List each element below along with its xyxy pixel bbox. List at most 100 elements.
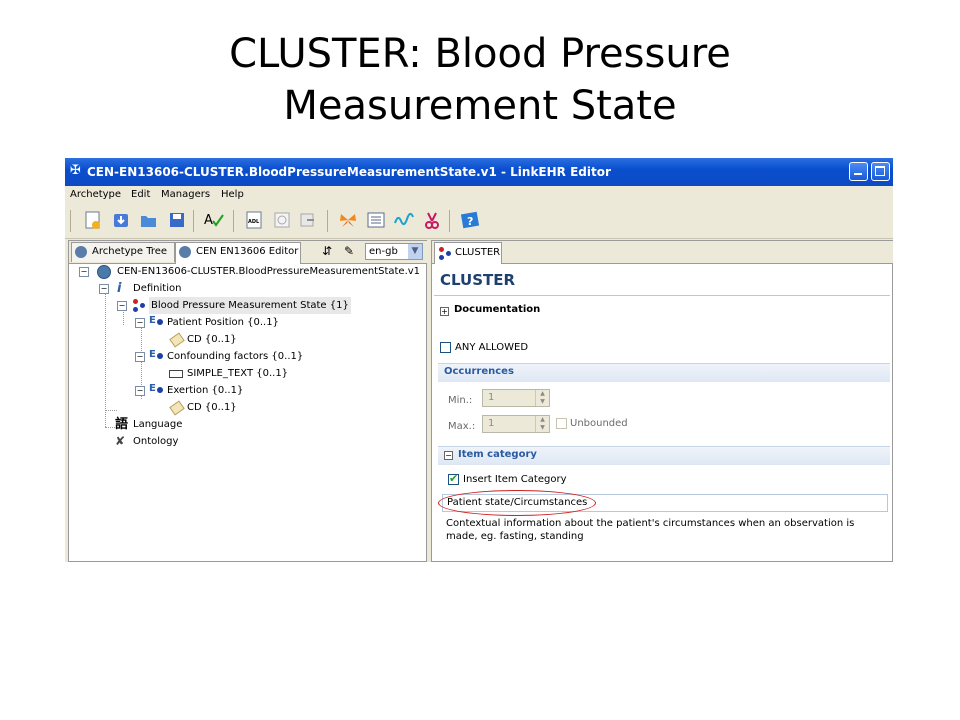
insert-item-category-label: Insert Item Category (463, 474, 567, 485)
slide-title-line-2: Measurement State (283, 83, 677, 129)
tab-cluster-label: CLUSTER (455, 247, 501, 258)
archetype-tree: − CEN-EN13606-CLUSTER.BloodPressureMeasu… (69, 263, 426, 561)
scissors-icon[interactable] (421, 209, 443, 231)
menu-bar: Archetype Edit Managers Help (65, 186, 893, 204)
new-archetype-icon[interactable] (82, 209, 104, 231)
tree-node-ex-cd[interactable]: CD {0..1} (147, 399, 307, 416)
max-spinner[interactable]: 1 ▲ ▼ (482, 415, 550, 433)
any-allowed-checkbox[interactable] (440, 342, 451, 353)
tree-node-label: Blood Pressure Measurement State {1} (149, 297, 351, 314)
form-heading: CLUSTER (440, 271, 516, 289)
toolbar-separator (233, 210, 234, 232)
tree-guide (105, 410, 117, 411)
right-panel: CLUSTER CLUSTER + Documentation ANY ALLO… (431, 240, 893, 562)
chevron-down-icon[interactable]: ▼ (408, 244, 422, 259)
tree-node-label: Exertion {0..1} (167, 385, 244, 396)
tree-node-label: CD {0..1} (187, 334, 237, 345)
save-icon[interactable] (166, 209, 188, 231)
tab-cen-editor-label: CEN EN13606 Editor (196, 246, 299, 257)
tree-node-pp-cd[interactable]: CD {0..1} (147, 331, 307, 348)
spinner-arrows-icon[interactable]: ▲ ▼ (535, 390, 549, 406)
tree-node-root[interactable]: − CEN-EN13606-CLUSTER.BloodPressureMeasu… (75, 263, 420, 280)
adl-icon[interactable]: ADL (243, 209, 265, 231)
unbounded-label: Unbounded (570, 418, 628, 429)
tree-node-ontology[interactable]: ✘ Ontology (93, 433, 253, 450)
tree-node-label: Patient Position {0..1} (167, 317, 279, 328)
app-logo-icon: ✠ (70, 163, 81, 178)
min-label: Min.: (448, 395, 473, 406)
collapse-icon[interactable]: − (135, 352, 145, 362)
expand-icon[interactable]: + (440, 307, 449, 316)
tree-node-definition[interactable]: − i Definition (93, 280, 293, 297)
unbounded-checkbox[interactable] (556, 418, 567, 429)
wave-icon[interactable] (393, 209, 415, 231)
ontology-icon: ✘ (115, 434, 126, 448)
validate-icon[interactable] (271, 209, 293, 231)
tag-icon (169, 400, 185, 416)
open-folder-icon[interactable] (138, 209, 160, 231)
tree-node-patient-position[interactable]: − E Patient Position {0..1} (129, 314, 329, 331)
window-title-bar[interactable]: ✠ CEN-EN13606-CLUSTER.BloodPressureMeasu… (65, 158, 893, 186)
tree-node-label: CD {0..1} (187, 402, 237, 413)
collapse-icon[interactable]: − (135, 386, 145, 396)
tab-cluster[interactable]: CLUSTER (434, 242, 502, 264)
slide-title-line-1: CLUSTER: Blood Pressure (229, 31, 731, 77)
svg-text:?: ? (467, 215, 473, 228)
left-panel: Archetype Tree CEN EN13606 Editor ⇵ ✎ en… (68, 240, 428, 562)
help-icon[interactable]: ? (459, 209, 481, 231)
insert-item-category-checkbox[interactable] (448, 472, 459, 485)
menu-help[interactable]: Help (221, 189, 244, 200)
collapse-icon[interactable]: − (79, 267, 89, 277)
toolbar: A ADL ? (65, 204, 893, 239)
butterfly-icon[interactable] (337, 209, 359, 231)
occurrences-header: Occurrences (444, 366, 514, 377)
min-value: 1 (488, 392, 495, 403)
tab-cen-editor[interactable]: CEN EN13606 Editor (175, 242, 301, 264)
tree-node-exertion[interactable]: − E Exertion {0..1} (129, 382, 329, 399)
export-icon[interactable] (297, 209, 319, 231)
occurrences-group-header: Occurrences (438, 363, 890, 382)
collapse-icon[interactable]: − (444, 451, 453, 460)
spinner-arrows-icon[interactable]: ▲ ▼ (535, 416, 549, 432)
tree-node-language[interactable]: 語 Language (93, 416, 253, 433)
adl-label: ADL (248, 219, 260, 225)
any-allowed-label: ANY ALLOWED (455, 342, 529, 353)
language-icon: 語 (115, 417, 129, 432)
toolbar-separator (327, 210, 328, 232)
linkehr-editor-window: ✠ CEN-EN13606-CLUSTER.BloodPressureMeasu… (65, 158, 893, 562)
menu-archetype[interactable]: Archetype (70, 189, 121, 200)
item-category-header: Item category (458, 449, 537, 460)
cluster-icon (439, 247, 453, 261)
maximize-button[interactable] (871, 162, 890, 181)
import-icon[interactable] (110, 209, 132, 231)
tree-node-confounding[interactable]: − E Confounding factors {0..1} (129, 348, 349, 365)
menu-edit[interactable]: Edit (131, 189, 150, 200)
tree-node-label: SIMPLE_TEXT {0..1} (187, 368, 289, 379)
collapse-icon[interactable]: − (99, 284, 109, 294)
sort-arrows-icon[interactable]: ⇵ (322, 244, 332, 258)
tree-guide (105, 285, 106, 427)
tree-node-label: CEN-EN13606-CLUSTER.BloodPressureMeasure… (117, 266, 421, 277)
element-icon: E (149, 312, 165, 326)
tree-node-cf-text[interactable]: SIMPLE_TEXT {0..1} (147, 365, 327, 382)
pin-icon[interactable]: ✎ (344, 244, 354, 258)
language-select[interactable]: en-gb ▼ (365, 243, 423, 260)
toolbar-separator (449, 210, 450, 232)
tab-archetype-tree[interactable]: Archetype Tree (71, 242, 175, 262)
spellcheck-icon[interactable]: A (203, 209, 225, 231)
maximize-icon (875, 166, 885, 176)
list-icon[interactable] (365, 209, 387, 231)
divider (434, 295, 890, 296)
highlight-ellipse (438, 490, 596, 516)
item-category-group-header: − Item category (438, 446, 890, 465)
documentation-header[interactable]: Documentation (454, 304, 540, 315)
archetype-icon (75, 246, 87, 258)
min-spinner[interactable]: 1 ▲ ▼ (482, 389, 550, 407)
cluster-icon (133, 299, 147, 313)
text-field-icon (169, 370, 183, 378)
menu-managers[interactable]: Managers (161, 189, 210, 200)
collapse-icon[interactable]: − (135, 318, 145, 328)
minimize-button[interactable] (849, 162, 868, 181)
archetype-icon (97, 265, 111, 279)
collapse-icon[interactable]: − (117, 301, 127, 311)
